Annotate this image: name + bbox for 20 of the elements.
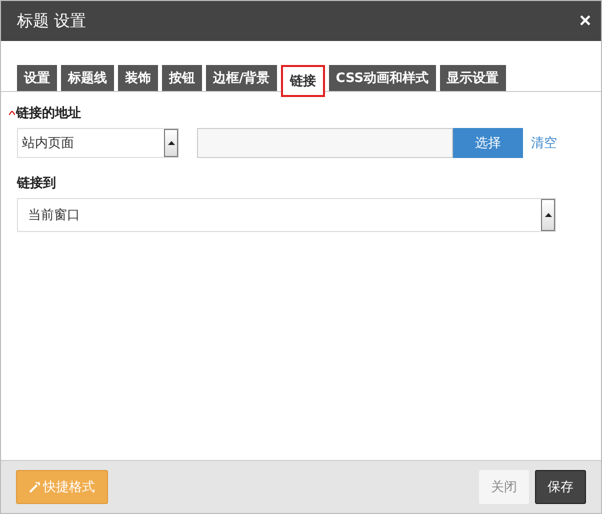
tab[interactable]: 设置 [17, 65, 57, 91]
dropdown[interactable]: 站内页面 [17, 128, 179, 158]
tab[interactable]: 边框/背景 [206, 65, 277, 91]
select-button[interactable]: 选择 [453, 128, 523, 158]
field-label: 链接到 [17, 174, 56, 192]
caret-icon [544, 213, 552, 217]
tab[interactable]: 链接 [280, 65, 325, 97]
tab[interactable]: CSS动画和样式 [328, 65, 436, 91]
tab[interactable]: 装饰 [118, 65, 158, 91]
caret-icon [168, 141, 174, 145]
tab[interactable]: 标题线 [61, 65, 114, 91]
close-button[interactable]: × [579, 10, 591, 32]
tab[interactable]: 按钮 [162, 65, 202, 91]
save-button[interactable]: 保存 [535, 470, 586, 504]
dropdown[interactable]: 当前窗口 [17, 198, 556, 232]
tab[interactable]: 显示设置 [440, 65, 506, 91]
field-label: 链接的地址 [16, 104, 81, 122]
clear-link[interactable]: 清空 [531, 134, 557, 152]
window-title: 标题 设置 [17, 10, 86, 32]
input-field[interactable] [197, 128, 453, 158]
